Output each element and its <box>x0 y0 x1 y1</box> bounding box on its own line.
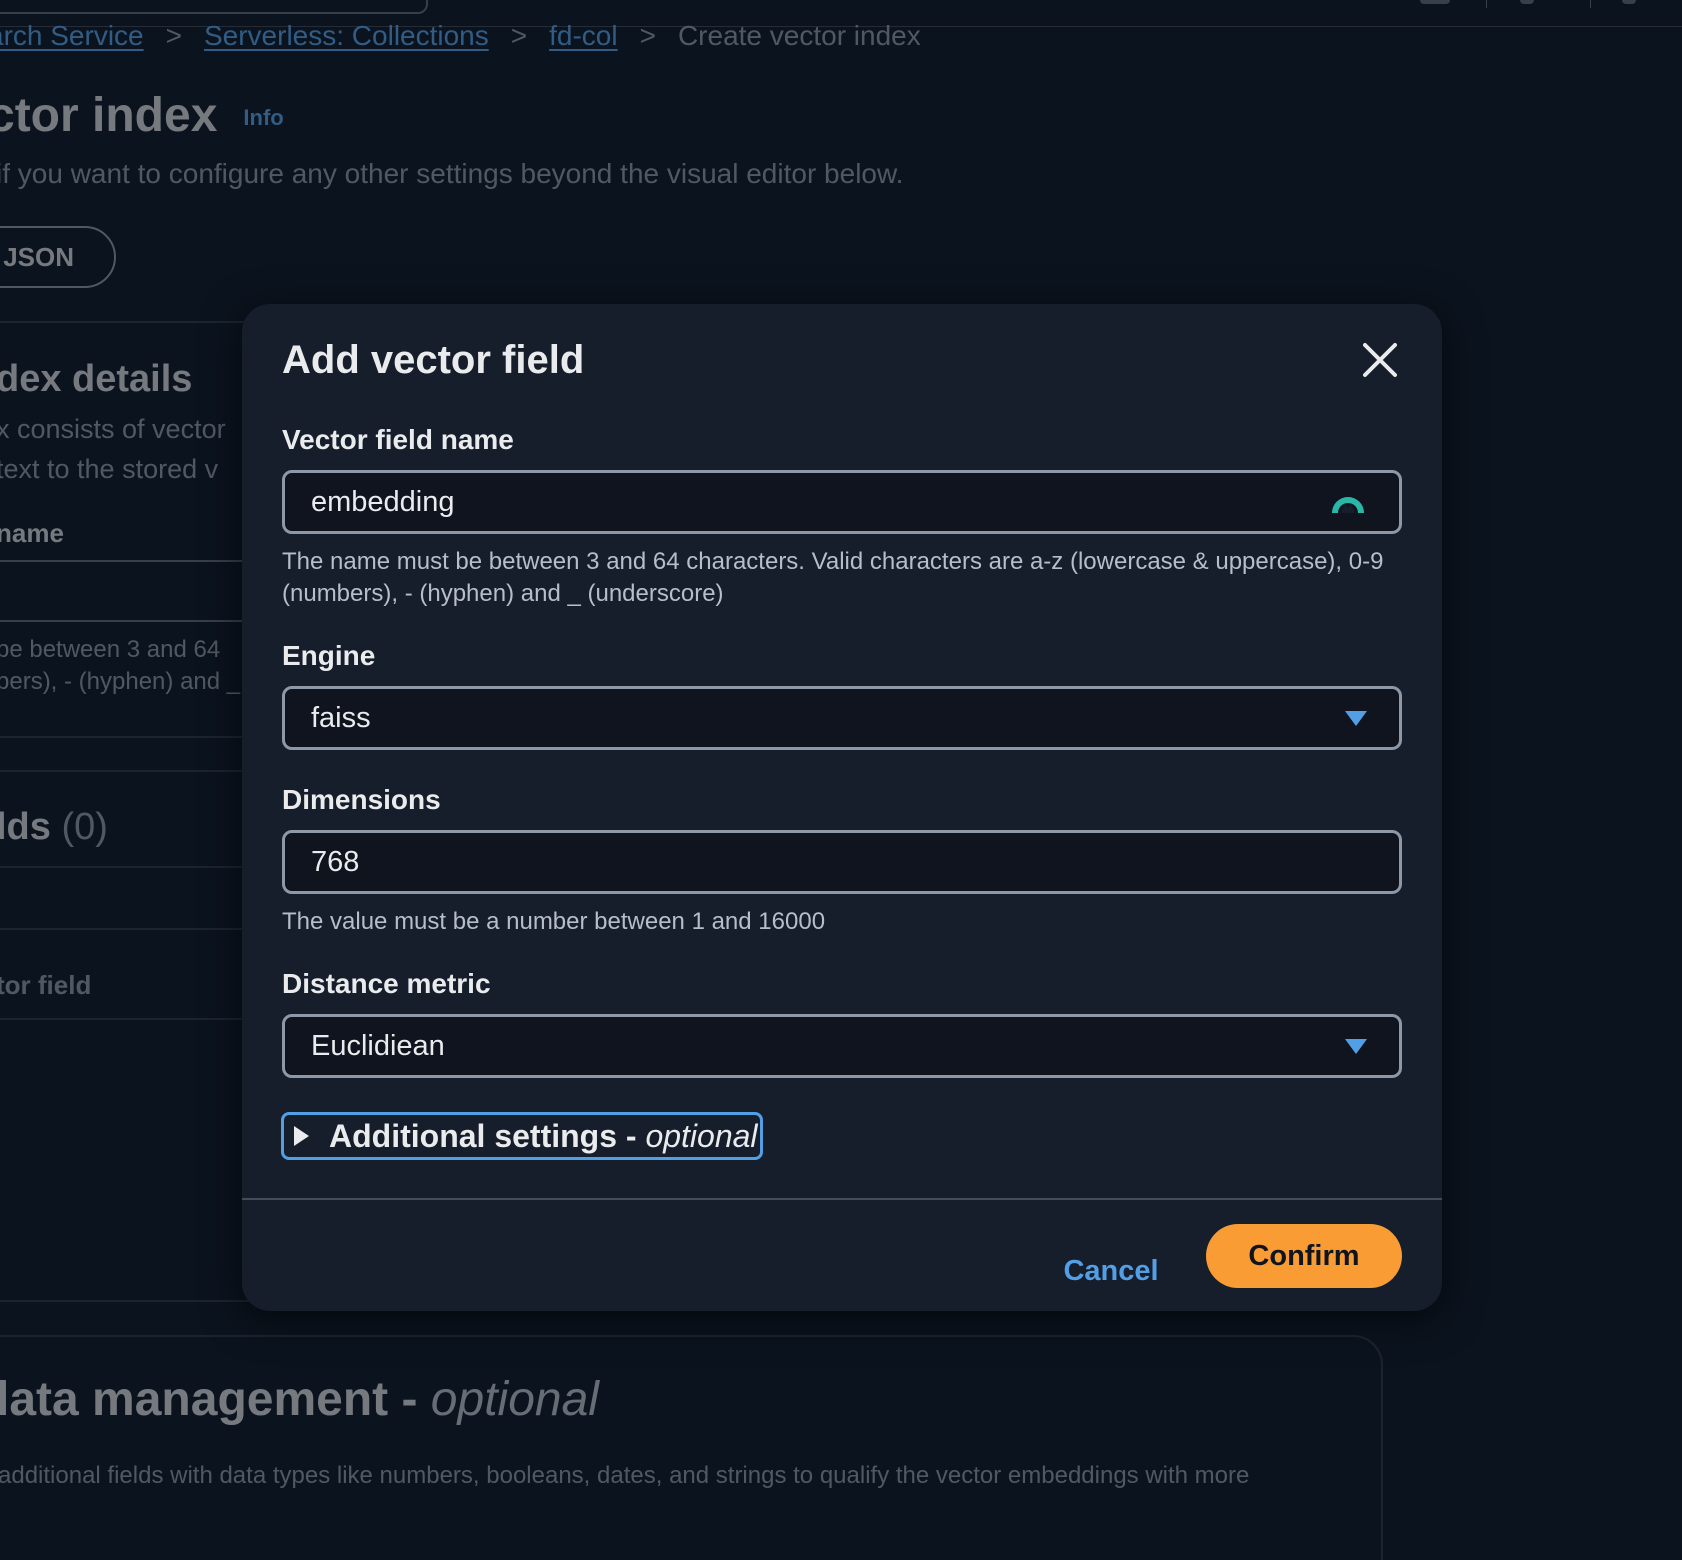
additional-settings-label: Additional settings - optional <box>329 1118 758 1155</box>
caret-right-icon <box>294 1126 309 1146</box>
modal-header: Add vector field <box>282 338 1402 398</box>
additional-settings-expander[interactable]: Additional settings - optional <box>281 1112 763 1160</box>
close-button[interactable] <box>1358 338 1402 382</box>
distance-metric-select[interactable]: Euclidiean <box>282 1014 1402 1078</box>
engine-value: faiss <box>311 701 371 734</box>
dimensions-value: 768 <box>311 845 360 878</box>
modal-footer-divider <box>242 1198 1442 1200</box>
additional-settings-text: Additional settings - <box>329 1117 646 1154</box>
dimensions-input[interactable]: 768 <box>282 830 1402 894</box>
password-manager-icon[interactable] <box>1329 483 1367 521</box>
engine-label: Engine <box>282 640 376 671</box>
engine-select[interactable]: faiss <box>282 686 1402 750</box>
dimensions-label: Dimensions <box>282 784 441 815</box>
vector-field-name-hint: The name must be between 3 and 64 charac… <box>282 548 1384 607</box>
cancel-button[interactable]: Cancel <box>1036 1239 1186 1303</box>
modal-title: Add vector field <box>282 338 585 382</box>
confirm-button[interactable]: Confirm <box>1206 1224 1402 1288</box>
engine-group: Engine faiss <box>282 640 1402 750</box>
vector-field-name-label: Vector field name <box>282 424 514 455</box>
dimensions-group: Dimensions 768 The value must be a numbe… <box>282 784 1402 938</box>
close-icon <box>1363 343 1397 377</box>
vector-field-name-group: Vector field name embedding The name mus… <box>282 424 1402 610</box>
distance-metric-group: Distance metric Euclidiean <box>282 968 1402 1078</box>
distance-metric-value: Euclidiean <box>311 1029 445 1062</box>
additional-settings-optional: optional <box>645 1117 758 1154</box>
vector-field-name-value: embedding <box>311 485 455 518</box>
caret-down-icon <box>1345 710 1367 726</box>
caret-down-icon <box>1345 1038 1367 1054</box>
add-vector-field-modal: Add vector field Vector field name embed… <box>242 304 1442 1311</box>
dimensions-hint: The value must be a number between 1 and… <box>282 908 826 935</box>
vector-field-name-input[interactable]: embedding <box>282 470 1402 534</box>
distance-metric-label: Distance metric <box>282 968 491 999</box>
